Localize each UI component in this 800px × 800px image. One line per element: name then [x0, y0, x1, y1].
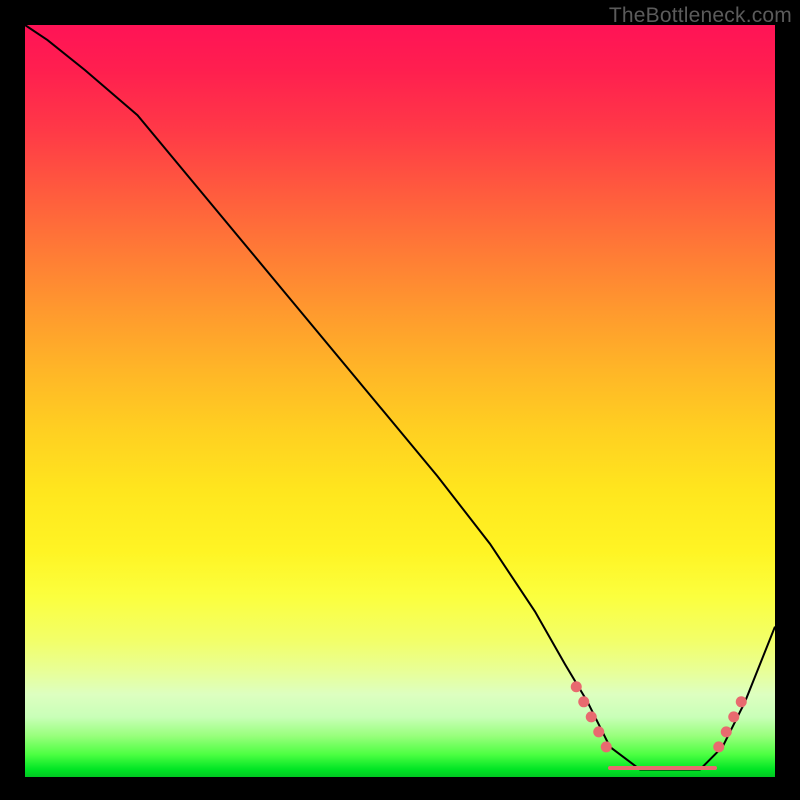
chart-frame: TheBottleneck.com [0, 0, 800, 800]
curve-marker [578, 696, 589, 707]
bottleneck-curve [25, 25, 775, 769]
marker-group-right [713, 696, 747, 752]
curve-marker [713, 741, 724, 752]
curve-marker [586, 711, 597, 722]
marker-group-left [571, 681, 612, 752]
curve-marker [571, 681, 582, 692]
curve-marker [593, 726, 604, 737]
curve-marker [728, 711, 739, 722]
curve-marker [601, 741, 612, 752]
curve-marker [736, 696, 747, 707]
curve-layer [25, 25, 775, 777]
curve-marker [721, 726, 732, 737]
watermark-text: TheBottleneck.com [609, 4, 792, 28]
plot-area [25, 25, 775, 777]
